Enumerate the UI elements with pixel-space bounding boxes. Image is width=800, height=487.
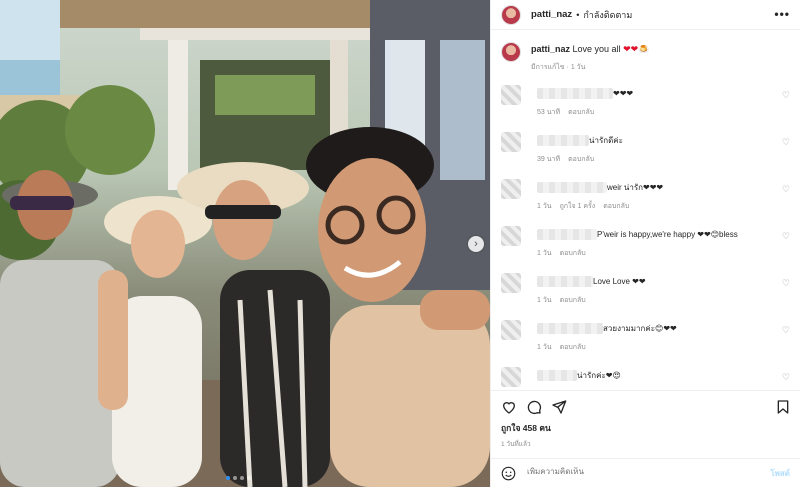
post-details-panel: patti_naz • กำลังติดตาม ••• patti_naz Lo… bbox=[490, 0, 800, 487]
comment-heart-icon[interactable]: ♡ bbox=[782, 372, 790, 383]
avatar[interactable] bbox=[501, 42, 521, 62]
comment-meta: 53 นาที ตอบกลับ bbox=[537, 107, 602, 118]
reply-button[interactable]: ตอบกลับ bbox=[603, 203, 629, 210]
avatar[interactable] bbox=[501, 4, 521, 25]
comment-heart-icon[interactable]: ♡ bbox=[782, 278, 790, 289]
blurred-username[interactable] bbox=[537, 88, 613, 100]
carousel-dot bbox=[240, 476, 244, 480]
comment-row: Love Love ❤❤ 1 วัน ตอบกลับ ♡ bbox=[501, 273, 790, 313]
carousel-dot bbox=[233, 476, 237, 480]
comment-text: Love Love ❤❤ bbox=[537, 276, 646, 288]
comment-heart-icon[interactable]: ♡ bbox=[782, 231, 790, 242]
caption-text: patti_naz Love you all ❤❤🍮 bbox=[531, 42, 649, 56]
comment-body: สวยงามมากค่ะ😊❤❤ bbox=[603, 324, 677, 333]
comment-time: 39 นาที bbox=[537, 156, 561, 163]
commenter-avatar[interactable] bbox=[501, 320, 521, 340]
blurred-username[interactable] bbox=[537, 182, 607, 194]
caption-username[interactable]: patti_naz bbox=[531, 44, 570, 54]
comment-text: weir น่ารัก❤❤❤ bbox=[537, 182, 663, 194]
comment-body: weir น่ารัก❤❤❤ bbox=[607, 183, 664, 192]
comment-heart-icon[interactable]: ♡ bbox=[782, 325, 790, 336]
caption-body: Love you all bbox=[572, 44, 621, 54]
post-header: patti_naz • กำลังติดตาม ••• bbox=[491, 0, 800, 30]
photo-illustration bbox=[0, 0, 490, 487]
comment-body: น่ารักค่ะ❤😍 bbox=[577, 371, 621, 380]
comment-meta: 1 วัน ตอบกลับ bbox=[537, 342, 594, 353]
commenter-avatar[interactable] bbox=[501, 179, 521, 199]
follow-status[interactable]: กำลังติดตาม bbox=[583, 8, 632, 22]
chevron-right-icon[interactable]: › bbox=[468, 236, 484, 252]
header-separator: • bbox=[576, 9, 580, 20]
header-username[interactable]: patti_naz bbox=[531, 9, 572, 20]
comment-meta: 1 วัน ถูกใจ 1 ครั้ง ตอบกลับ bbox=[537, 201, 637, 212]
blurred-username[interactable] bbox=[537, 276, 593, 288]
comment-text: ❤❤❤ bbox=[537, 88, 633, 100]
blurred-username[interactable] bbox=[537, 323, 603, 335]
caption-meta: มีการแก้ไข · 1 วัน bbox=[531, 64, 586, 71]
post-photo[interactable]: › bbox=[0, 0, 490, 487]
comment-heart-icon[interactable]: ♡ bbox=[782, 184, 790, 195]
comment-row: สวยงามมากค่ะ😊❤❤ 1 วัน ตอบกลับ ♡ bbox=[501, 320, 790, 360]
comment-text: น่ารักค่ะ❤😍 bbox=[537, 370, 621, 382]
like-count[interactable]: ถูกใจ 458 คน bbox=[501, 421, 551, 435]
comment-time: 1 วัน bbox=[537, 203, 552, 210]
blurred-username[interactable] bbox=[537, 370, 577, 382]
comment-text: สวยงามมากค่ะ😊❤❤ bbox=[537, 323, 677, 335]
comment-like-count[interactable]: ถูกใจ 1 ครั้ง bbox=[560, 203, 596, 210]
carousel-dot bbox=[247, 476, 251, 480]
commenter-avatar[interactable] bbox=[501, 85, 521, 105]
comment-body: Love Love ❤❤ bbox=[593, 277, 646, 286]
comment-input[interactable] bbox=[527, 467, 727, 476]
reply-button[interactable]: ตอบกลับ bbox=[560, 344, 586, 351]
smile-icon[interactable] bbox=[501, 466, 516, 481]
comment-row: น่ารักดีค่ะ 39 นาที ตอบกลับ ♡ bbox=[501, 132, 790, 172]
comment-text: น่ารักดีค่ะ bbox=[537, 135, 623, 147]
reply-button[interactable]: ตอบกลับ bbox=[568, 156, 594, 163]
comment-meta: 1 วัน ตอบกลับ bbox=[537, 295, 594, 306]
comment-time: 1 วัน bbox=[537, 344, 552, 351]
comment-body: ❤❤❤ bbox=[613, 89, 634, 98]
reply-button[interactable]: ตอบกลับ bbox=[560, 250, 586, 257]
comment-row: ❤❤❤ 53 นาที ตอบกลับ ♡ bbox=[501, 85, 790, 125]
comment-time: 1 วัน bbox=[537, 250, 552, 257]
comment-time: 1 วัน bbox=[537, 297, 552, 304]
paper-plane-icon[interactable] bbox=[551, 399, 567, 415]
comment-row: weir น่ารัก❤❤❤ 1 วัน ถูกใจ 1 ครั้ง ตอบกลับ ♡ bbox=[501, 179, 790, 219]
post-comment-button[interactable]: โพสต์ bbox=[770, 467, 790, 480]
comment-composer: โพสต์ bbox=[491, 458, 800, 487]
blurred-username[interactable] bbox=[537, 135, 589, 147]
blurred-username[interactable] bbox=[537, 229, 597, 241]
commenter-avatar[interactable] bbox=[501, 367, 521, 387]
caption: patti_naz Love you all ❤❤🍮 มีการแก้ไข · … bbox=[491, 30, 800, 73]
commenter-avatar[interactable] bbox=[501, 132, 521, 152]
comment-meta: 39 นาที ตอบกลับ bbox=[537, 154, 602, 165]
comment-body: น่ารักดีค่ะ bbox=[589, 136, 623, 145]
carousel-dot bbox=[226, 476, 230, 480]
commenter-avatar[interactable] bbox=[501, 226, 521, 246]
bookmark-icon[interactable] bbox=[775, 399, 791, 415]
carousel-dots bbox=[226, 476, 251, 480]
comment-heart-icon[interactable]: ♡ bbox=[782, 137, 790, 148]
comment-row: น่ารักค่ะ❤😍 ♡ bbox=[501, 367, 790, 388]
comment-time: 53 นาที bbox=[537, 109, 561, 116]
post-timestamp: 1 วันที่แล้ว bbox=[501, 441, 531, 448]
reply-button[interactable]: ตอบกลับ bbox=[568, 109, 594, 116]
comment-icon[interactable] bbox=[526, 399, 542, 415]
comment-row: P'weir is happy,we're happy ❤❤😊bless 1 วั… bbox=[501, 226, 790, 266]
comment-heart-icon[interactable]: ♡ bbox=[782, 90, 790, 101]
caption-emoji: ❤❤🍮 bbox=[623, 44, 650, 54]
heart-icon[interactable] bbox=[501, 399, 517, 415]
commenter-avatar[interactable] bbox=[501, 273, 521, 293]
action-bar bbox=[491, 390, 800, 420]
comments-scroll[interactable]: patti_naz Love you all ❤❤🍮 มีการแก้ไข · … bbox=[491, 30, 800, 388]
reply-button[interactable]: ตอบกลับ bbox=[560, 297, 586, 304]
comment-meta: 1 วัน ตอบกลับ bbox=[537, 248, 594, 259]
more-options-icon[interactable]: ••• bbox=[774, 8, 790, 20]
comment-body: P'weir is happy,we're happy ❤❤😊bless bbox=[597, 230, 738, 239]
comment-text: P'weir is happy,we're happy ❤❤😊bless bbox=[537, 229, 738, 241]
